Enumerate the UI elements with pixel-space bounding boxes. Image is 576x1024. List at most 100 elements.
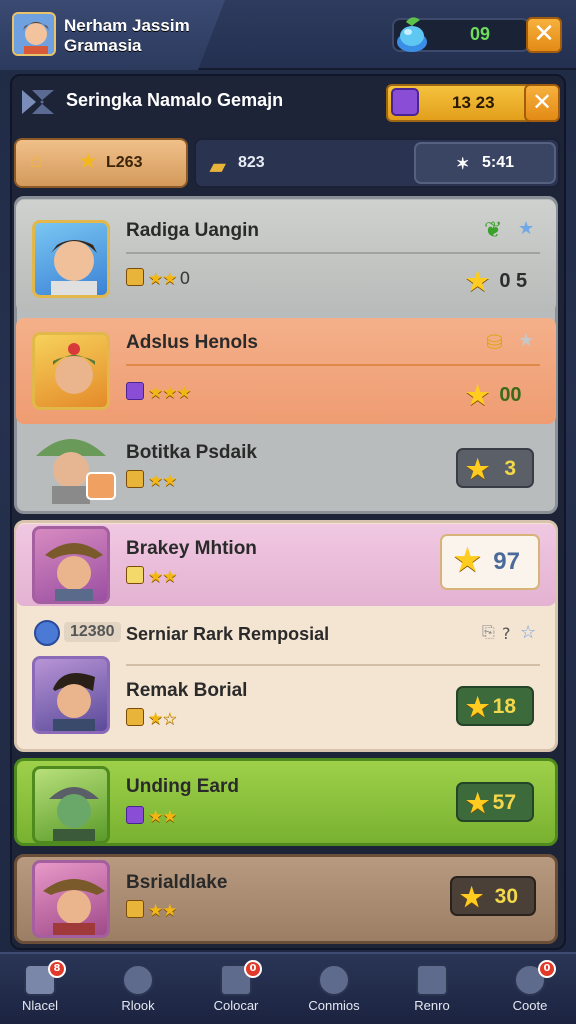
nav-label: Coote — [512, 998, 548, 1013]
blue-star-icon: ★ — [518, 218, 535, 239]
hero-score: ★ 00 — [466, 380, 522, 411]
rank-stars: ★☆ — [126, 708, 177, 729]
hero-score: ★ 0 5 — [466, 266, 527, 297]
rank-stars: ★★ — [126, 470, 177, 491]
panel-logo-icon — [22, 90, 54, 114]
player-avatar[interactable] — [12, 12, 56, 56]
hero-score: ★ 97 — [440, 534, 540, 590]
hero-score: ★ 57 — [456, 782, 534, 822]
nav-label: Conmios — [308, 998, 360, 1013]
star-icon: ★ — [460, 882, 484, 912]
heart-icon — [122, 964, 154, 996]
hero-name: Unding Eard — [126, 776, 239, 797]
star-icon: ★ — [466, 692, 490, 722]
treasure-icon — [391, 88, 419, 116]
rank-value: 0 — [179, 269, 190, 289]
hero-score-value: 18 — [492, 695, 516, 718]
rank-icon — [126, 382, 144, 400]
hero-portrait — [32, 220, 110, 298]
tab-home[interactable]: ⌂ ★ L263 — [14, 138, 188, 188]
nav-label: Colocar — [213, 998, 259, 1013]
nav-label: Rlook — [121, 998, 155, 1013]
rank-icon — [126, 806, 144, 824]
nav-item-commons[interactable]: Conmios — [294, 960, 374, 1020]
hero-score: ★ 18 — [456, 686, 534, 726]
nav-item-hero[interactable]: Renro — [392, 960, 472, 1020]
gem-potion-icon — [397, 17, 427, 52]
nav-item-book[interactable]: Rlook — [98, 960, 178, 1020]
hero-portrait-art — [43, 879, 105, 935]
hero-portrait-art — [45, 543, 103, 601]
gold-bar-icon: ▰ — [210, 156, 226, 178]
star-icon: ★ — [454, 544, 481, 577]
rank-stars: ★★ — [126, 900, 177, 921]
rank-icon — [126, 708, 144, 726]
rank-icon — [126, 470, 144, 488]
sparkle-icon: ✶ — [456, 156, 470, 173]
rank-icon — [126, 566, 144, 584]
panel-title: Seringka Namalo Gemajn — [66, 90, 284, 110]
hero-name: Serniar Rark Remposial — [126, 624, 330, 644]
timer-button[interactable]: ✶ 5:41 — [414, 142, 556, 184]
hero-portrait-art — [51, 240, 97, 295]
player-subtitle: Gramasia — [64, 36, 142, 55]
rank-stars: ★★ — [126, 806, 177, 827]
scroll-icon: ⎘ — [482, 622, 495, 641]
blue-orb-icon — [34, 620, 60, 646]
hero-portrait — [32, 332, 110, 410]
gem-value: 09 — [470, 24, 491, 44]
notification-badge: 8 — [48, 960, 66, 978]
star-icon: ★ — [466, 454, 490, 484]
hero-portrait — [32, 766, 110, 844]
hero-score-value: 30 — [494, 885, 518, 908]
hero-portrait-art — [53, 343, 95, 394]
coin-stack-icon: ⛁ — [486, 330, 503, 354]
hero-name: Remak Borial — [126, 680, 248, 701]
divider — [126, 252, 540, 254]
rank-stars: ★★ — [126, 566, 177, 587]
nav-label: Renro — [414, 998, 450, 1013]
rank-icon — [126, 268, 144, 286]
hero-portrait — [32, 526, 110, 604]
star-icon: ★ — [466, 266, 490, 296]
tab-home-value: L263 — [106, 154, 143, 171]
hero-score-value: 97 — [493, 548, 520, 575]
hero-portrait — [32, 656, 110, 734]
timer-value: 5:41 — [482, 154, 515, 171]
close-button[interactable]: ✕ — [526, 17, 562, 53]
star-icon: ★ — [466, 788, 490, 818]
tab-stars-value: 823 — [238, 154, 265, 171]
hero-name: Brakey Mhtion — [126, 538, 257, 559]
notification-badge: 0 — [244, 960, 262, 978]
nav-item-home[interactable]: 8 Nlacel — [0, 960, 80, 1020]
nav-item-collection[interactable]: 0 Colocar — [196, 960, 276, 1020]
home-icon: ⌂ — [30, 150, 43, 172]
divider — [126, 364, 540, 366]
robot-icon — [416, 964, 448, 996]
star-icon: ★ — [80, 151, 97, 171]
hero-name: Radiga Uangin — [126, 220, 260, 241]
hero-score-value: 0 5 — [499, 270, 528, 292]
hero-portrait — [32, 860, 110, 938]
notification-badge: 0 — [538, 960, 556, 978]
coin-value: 13 23 — [452, 93, 495, 112]
rank-icon — [126, 900, 144, 918]
player-name: Nerham Jassim — [64, 16, 190, 35]
hero-name: Bsrialdlake — [126, 872, 228, 893]
hero-name: Botitka Psdaik — [126, 442, 257, 463]
rank-stars: ★★ 0 — [126, 268, 190, 289]
star-icon: ★ — [466, 380, 490, 410]
hero-badge-value: 12380 — [64, 622, 121, 642]
nav-label: Nlacel — [21, 998, 59, 1013]
nav-item-profile[interactable]: 0 Coote — [490, 960, 570, 1020]
hero-score-value: 3 — [504, 457, 516, 480]
player-avatar-art — [14, 14, 54, 54]
hero-portrait-art — [49, 787, 99, 841]
hero-name: Adslus Henols — [126, 332, 258, 353]
help-hint[interactable]: ? — [502, 624, 511, 643]
rank-stars: ★★★ — [126, 382, 192, 403]
hero-score-value: 00 — [499, 384, 522, 406]
close-panel-button[interactable]: ✕ — [524, 84, 560, 122]
class-badge — [86, 472, 116, 500]
blue-star-icon: ☆ — [520, 622, 537, 643]
